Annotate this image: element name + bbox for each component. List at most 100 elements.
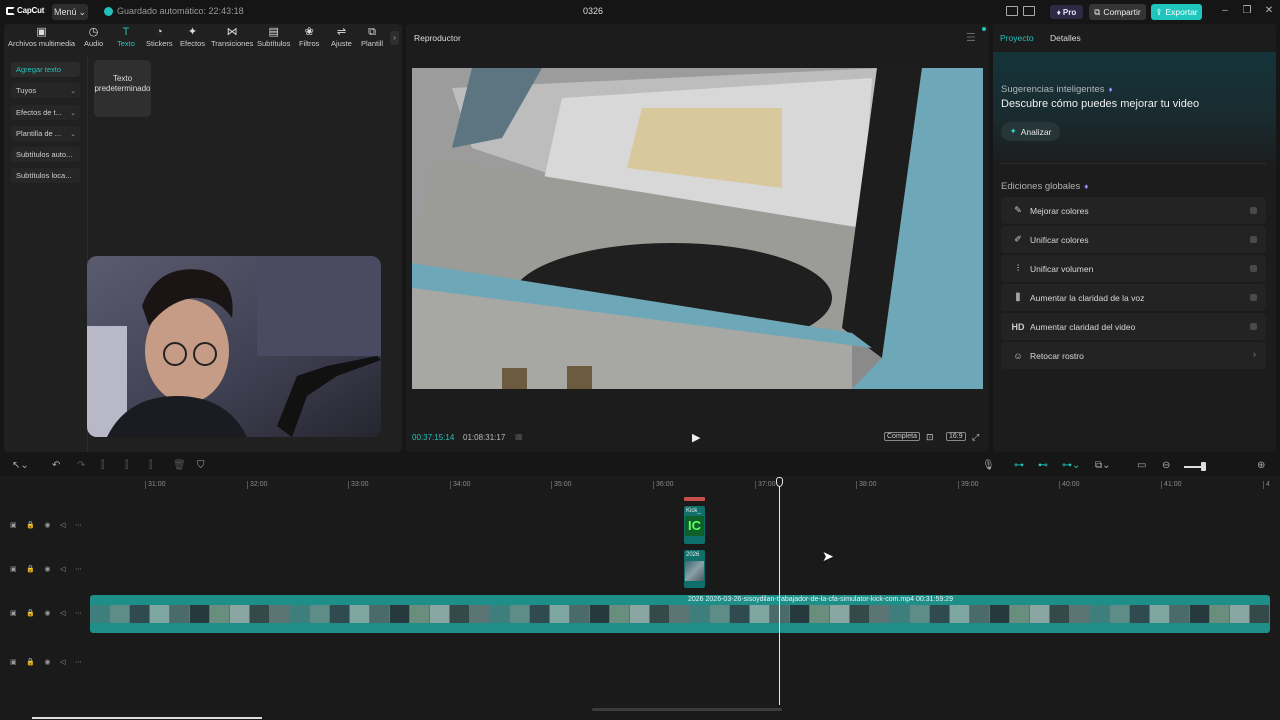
tool-adjust[interactable]: ⇌ Ajuste	[331, 27, 352, 49]
eye-icon[interactable]: ◉	[44, 609, 50, 617]
select-cursor-icon[interactable]: ↖⌄	[12, 460, 29, 471]
track-cover-icon[interactable]: ▣	[10, 658, 17, 666]
speaker-icon[interactable]: ◁	[60, 521, 65, 529]
aspect-ratio-button[interactable]: 16:9	[946, 432, 966, 441]
layout-icons[interactable]	[1006, 6, 1042, 18]
magnet-snap-icon[interactable]: ⊶	[1014, 460, 1024, 471]
shield-icon[interactable]: ⛉	[197, 460, 205, 471]
sidebar-item-auto-subtitles[interactable]: Subtítulos auto...	[11, 147, 80, 162]
clip-thumbnail	[470, 605, 489, 623]
delete-icon[interactable]: 🗑	[173, 460, 186, 471]
tool-templates[interactable]: ⧉ Plantill	[361, 27, 383, 49]
feature-toggle[interactable]	[1250, 236, 1257, 243]
split-screen-icon[interactable]: ⧉⌄	[1095, 460, 1111, 471]
speaker-icon[interactable]: ◁	[60, 658, 65, 666]
zoom-fit-icon[interactable]: ⊡	[926, 432, 934, 443]
subtitles-icon: ▤	[268, 26, 279, 38]
speaker-icon[interactable]: ◁	[60, 609, 65, 617]
lock-icon[interactable]: 🔒	[26, 609, 35, 617]
lock-icon[interactable]: 🔒	[26, 521, 35, 529]
feature-enhance-colors[interactable]: ✎ Mejorar colores	[1001, 197, 1266, 224]
tool-label: Archivos multimedia	[8, 39, 76, 48]
pro-button[interactable]: ♦ Pro	[1050, 5, 1083, 19]
timeline-grid-icon[interactable]: ▦	[515, 432, 523, 441]
tool-subtitles[interactable]: ▤ Subtítulos	[257, 26, 290, 49]
tool-filters[interactable]: ❀ Filtros	[299, 27, 319, 49]
feature-toggle[interactable]	[1250, 294, 1257, 301]
sidebar-item-text-effects[interactable]: Efectos de t... ⌄	[11, 105, 80, 120]
lock-icon[interactable]: 🔒	[26, 658, 35, 666]
split-icon[interactable]: ⫿	[101, 460, 104, 471]
export-button[interactable]: ⇪ Exportar	[1151, 4, 1202, 20]
eye-icon[interactable]: ◉	[44, 565, 50, 573]
eye-icon[interactable]: ◉	[44, 521, 50, 529]
minimize-icon[interactable]: –	[1218, 5, 1232, 16]
split-right-icon[interactable]: ⫿	[149, 460, 152, 471]
sidebar-item-local-subtitles[interactable]: Subtítulos loca...	[11, 168, 80, 183]
analyze-button[interactable]: ✦ Analizar	[1001, 122, 1060, 141]
link-icon[interactable]: ⊷	[1038, 460, 1048, 471]
feature-video-clarity[interactable]: HD Aumentar claridad del video	[1001, 313, 1266, 340]
feature-toggle[interactable]	[1250, 265, 1257, 272]
clip-thumbnail	[370, 605, 389, 623]
tool-transitions[interactable]: ⋈ Transiciones	[211, 27, 253, 49]
feature-toggle[interactable]	[1250, 323, 1257, 330]
fullscreen-icon[interactable]: ⤢	[972, 432, 979, 443]
feature-toggle[interactable]	[1250, 207, 1257, 214]
timeline-scrollbar[interactable]	[592, 708, 782, 711]
default-text-card[interactable]: Texto predeterminado	[94, 60, 151, 117]
toolbar-scroll-right-icon[interactable]: ›	[390, 31, 399, 45]
redo-icon[interactable]: ↷	[77, 460, 85, 471]
gem-icon: ♦	[1056, 7, 1061, 17]
zoom-out-icon[interactable]: ⊖	[1162, 460, 1170, 471]
tool-text[interactable]: T Texto	[117, 27, 135, 49]
close-icon[interactable]: ✕	[1262, 5, 1276, 16]
zoom-slider-handle[interactable]	[1201, 462, 1206, 471]
sidebar-item-add-text[interactable]: Agregar texto	[11, 62, 80, 77]
audio-marker[interactable]	[684, 497, 705, 501]
tool-audio[interactable]: ◷ Audio	[84, 27, 103, 49]
menu-button[interactable]: Menú ⌄	[52, 4, 88, 20]
track-cover-icon[interactable]: ▣	[10, 609, 17, 617]
tool-stickers[interactable]: ◔ Stickers	[146, 27, 173, 49]
clip-kick[interactable]: Kick_ IC	[684, 506, 705, 544]
undo-icon[interactable]: ↶	[52, 460, 60, 471]
eye-icon[interactable]: ◉	[44, 658, 50, 666]
full-quality-button[interactable]: Completa	[884, 432, 920, 441]
track-cover-icon[interactable]: ▣	[10, 521, 17, 529]
more-icon[interactable]: ⋯	[75, 658, 82, 666]
feature-unify-colors[interactable]: ✐ Unificar colores	[1001, 226, 1266, 253]
play-icon[interactable]: ▶	[692, 431, 700, 444]
track-cover-icon[interactable]: ▣	[10, 565, 17, 573]
video-preview[interactable]	[412, 68, 983, 389]
tab-details[interactable]: Detalles	[1050, 33, 1081, 43]
lock-icon[interactable]: 🔒	[26, 565, 35, 573]
project-title[interactable]: 0326	[560, 6, 626, 16]
clip-2026[interactable]: 2026	[684, 550, 705, 588]
layout-icon[interactable]	[1006, 6, 1018, 16]
split-left-icon[interactable]: ⫿	[125, 460, 128, 471]
tool-media[interactable]: ▣ Archivos multimedia	[8, 27, 76, 49]
tool-effects[interactable]: ✦ Efectos	[180, 27, 205, 49]
feature-unify-volume[interactable]: ⫶ Unificar volumen	[1001, 255, 1266, 282]
more-icon[interactable]: ⋯	[75, 565, 82, 573]
sidebar-item-text-template[interactable]: Plantilla de ... ⌄	[11, 126, 80, 141]
menu-lines-icon[interactable]: ☰	[966, 31, 976, 44]
feature-voice-clarity[interactable]: ⫼ Aumentar la claridad de la voz	[1001, 284, 1266, 311]
zoom-in-icon[interactable]: ⊕	[1257, 460, 1265, 471]
more-icon[interactable]: ⋯	[75, 521, 82, 529]
playhead-handle[interactable]	[776, 477, 783, 487]
tool-label: Stickers	[146, 39, 173, 48]
more-icon[interactable]: ⋯	[75, 609, 82, 617]
playhead[interactable]	[779, 479, 780, 705]
shortcuts-icon[interactable]	[1023, 6, 1035, 16]
caption-icon[interactable]: ▭	[1137, 460, 1146, 471]
feature-face-retouch[interactable]: ☺ Retocar rostro ›	[1001, 342, 1266, 369]
sidebar-item-yours[interactable]: Tuyos ⌄	[11, 83, 80, 98]
share-button[interactable]: ⧉ Compartir	[1089, 4, 1146, 20]
microphone-icon[interactable]: 🎙	[982, 460, 995, 471]
restore-icon[interactable]: ❐	[1240, 5, 1254, 16]
tab-project[interactable]: Proyecto	[1000, 33, 1034, 43]
preview-axis-icon[interactable]: ⊶⌄	[1062, 460, 1080, 471]
speaker-icon[interactable]: ◁	[60, 565, 65, 573]
